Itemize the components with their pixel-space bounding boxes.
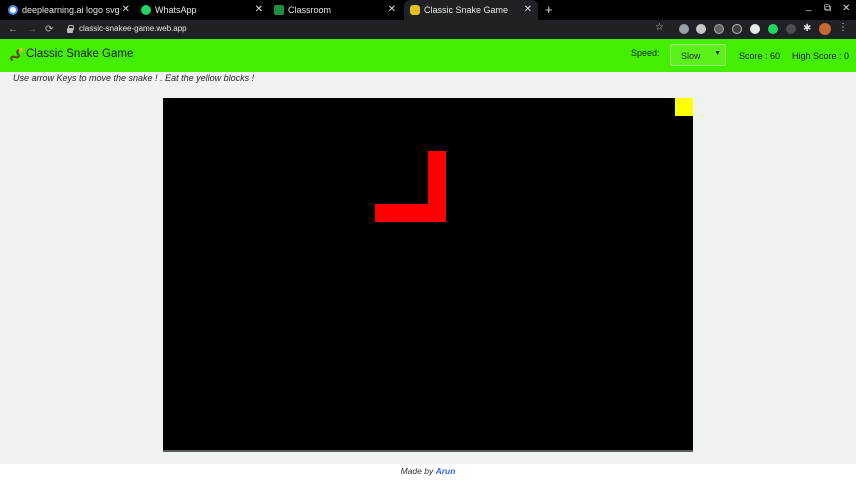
- minimize-button[interactable]: _: [806, 1, 812, 12]
- profile-avatar[interactable]: [819, 23, 831, 35]
- instructions-text: Use arrow Keys to move the snake ! . Eat…: [13, 73, 255, 83]
- whatsapp-icon: [141, 5, 151, 15]
- game-board[interactable]: [163, 98, 694, 452]
- extension-icon[interactable]: [732, 24, 742, 34]
- spotify-icon[interactable]: [768, 24, 778, 34]
- tab-title: Classroom: [288, 5, 332, 15]
- snake-segment: [392, 203, 411, 222]
- snake-segment: [428, 186, 446, 204]
- snake-segment: [428, 203, 446, 222]
- speed-label: Speed:: [631, 48, 660, 58]
- tab-classic-snake-game[interactable]: Classic Snake Game ✕: [404, 0, 538, 20]
- extension-icon[interactable]: [696, 24, 706, 34]
- app-title: Classic Snake Game: [26, 48, 134, 60]
- score-display: Score : 60: [739, 51, 781, 61]
- speed-value: Slow: [681, 51, 701, 61]
- close-tab-icon[interactable]: ✕: [388, 4, 396, 16]
- snake-segment: [410, 203, 429, 222]
- app-header: Classic Snake Game Speed: Slow ▼ Score :…: [0, 39, 856, 72]
- extension-icon[interactable]: [714, 24, 724, 34]
- footer-prefix: Made by: [400, 466, 436, 476]
- chevron-down-icon: ▼: [714, 50, 721, 57]
- tab-deeplearning[interactable]: deeplearning.ai logo svg ✕: [8, 0, 136, 20]
- forward-arrow-icon[interactable]: →: [27, 23, 37, 36]
- bookmark-star-icon[interactable]: ☆: [655, 22, 664, 33]
- address-bar[interactable]: classic-snakee-game.web.app: [60, 22, 670, 37]
- tab-title: WhatsApp: [155, 5, 197, 15]
- snake-segment: [428, 150, 446, 169]
- browser-toolbar: ← → ⟳ classic-snakee-game.web.app: [0, 20, 856, 39]
- extension-icon[interactable]: [679, 24, 689, 34]
- window-close-button[interactable]: ✕: [842, 3, 850, 14]
- tab-title: Classic Snake Game: [424, 5, 509, 15]
- extension-icon[interactable]: [786, 24, 796, 34]
- snake-segment: [428, 168, 446, 187]
- author-link[interactable]: Arun: [436, 466, 456, 476]
- reload-icon[interactable]: ⟳: [45, 23, 53, 36]
- snake-logo-icon: [10, 48, 23, 62]
- lock-icon: [67, 25, 74, 33]
- extension-icon[interactable]: [750, 24, 760, 34]
- tab-title: deeplearning.ai logo svg: [22, 5, 120, 15]
- footer: Made by Arun: [0, 466, 856, 476]
- snake-segment: [375, 203, 393, 222]
- google-icon: [8, 5, 18, 15]
- new-tab-button[interactable]: +: [545, 2, 553, 18]
- puzzle-icon[interactable]: ✱: [803, 24, 813, 34]
- back-arrow-icon[interactable]: ←: [8, 23, 18, 36]
- classroom-icon: [274, 5, 284, 15]
- browser-tab-strip: deeplearning.ai logo svg ✕ WhatsApp ✕ Cl…: [0, 0, 856, 20]
- food-block: [675, 98, 694, 116]
- high-score-display: High Score : 0: [792, 51, 850, 61]
- tab-whatsapp[interactable]: WhatsApp ✕: [141, 0, 269, 20]
- close-tab-icon[interactable]: ✕: [524, 4, 532, 16]
- tab-classroom[interactable]: Classroom ✕: [274, 0, 402, 20]
- restore-button[interactable]: ⧉: [824, 3, 831, 14]
- snake-icon: [410, 5, 420, 15]
- url-text: classic-snakee-game.web.app: [79, 24, 187, 33]
- close-tab-icon[interactable]: ✕: [122, 4, 130, 16]
- speed-select[interactable]: Slow ▼: [670, 44, 726, 66]
- menu-dots-icon[interactable]: ⋮: [838, 22, 848, 33]
- close-tab-icon[interactable]: ✕: [255, 4, 263, 16]
